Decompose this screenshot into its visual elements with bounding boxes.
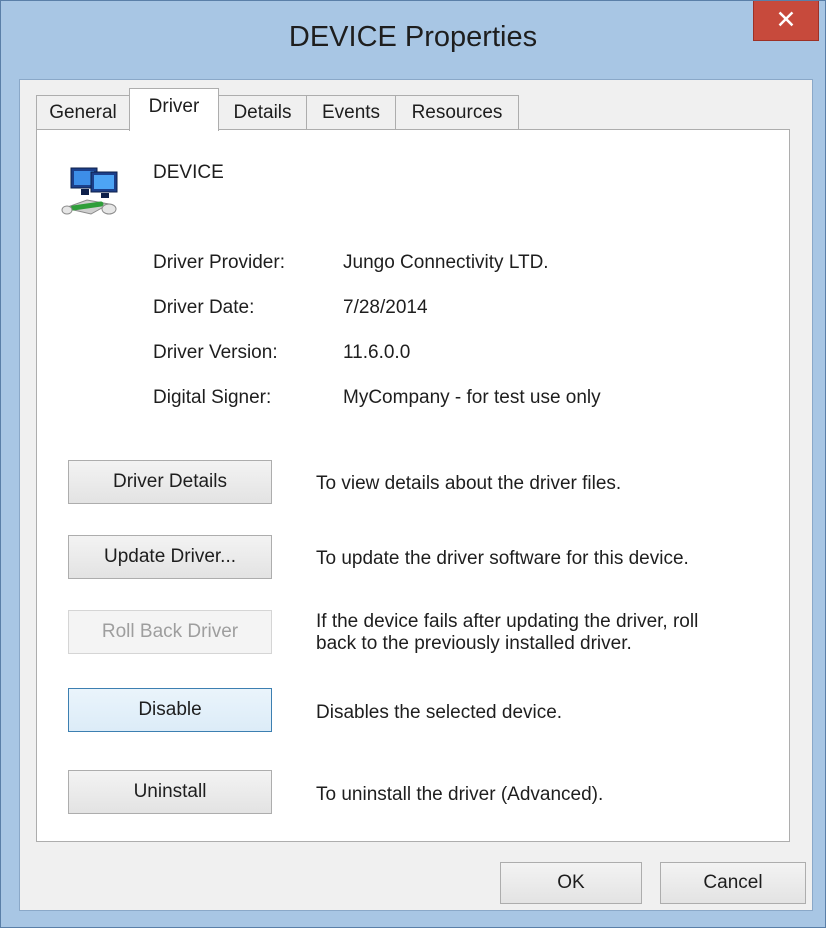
- driver-details-button[interactable]: Driver Details: [68, 460, 272, 504]
- prop-value-signer: MyCompany - for test use only: [343, 387, 601, 408]
- disable-button[interactable]: Disable: [68, 688, 272, 732]
- prop-value-date: 7/28/2014: [343, 297, 428, 318]
- update-driver-button[interactable]: Update Driver...: [68, 535, 272, 579]
- tab-general[interactable]: General: [36, 95, 130, 130]
- update-driver-description: To update the driver software for this d…: [316, 548, 689, 569]
- tab-driver[interactable]: Driver: [129, 88, 219, 131]
- ok-button[interactable]: OK: [500, 862, 642, 904]
- prop-label-version: Driver Version:: [153, 342, 278, 363]
- uninstall-button[interactable]: Uninstall: [68, 770, 272, 814]
- close-icon: ✕: [775, 6, 797, 34]
- network-adapter-icon: [61, 167, 118, 215]
- tab-resources[interactable]: Resources: [395, 95, 519, 130]
- roll-back-driver-description: If the device fails after updating the d…: [316, 611, 698, 655]
- roll-back-description-line-2: back to the previously installed driver.: [316, 633, 632, 654]
- properties-window: DEVICE Properties ✕ General Driver Detai…: [0, 0, 826, 928]
- dialog-client-area: General Driver Details Events Resources …: [19, 79, 813, 911]
- prop-value-version: 11.6.0.0: [343, 342, 411, 363]
- prop-label-signer: Digital Signer:: [153, 387, 272, 408]
- disable-description: Disables the selected device.: [316, 702, 563, 723]
- close-button[interactable]: ✕: [753, 1, 819, 41]
- uninstall-description: To uninstall the driver (Advanced).: [316, 784, 604, 805]
- prop-label-date: Driver Date:: [153, 297, 255, 318]
- title-bar[interactable]: DEVICE Properties ✕: [1, 1, 825, 79]
- window-title: DEVICE Properties: [288, 21, 538, 53]
- roll-back-driver-button[interactable]: Roll Back Driver: [68, 610, 272, 654]
- driver-details-description: To view details about the driver files.: [316, 473, 622, 494]
- tab-details[interactable]: Details: [218, 95, 307, 130]
- roll-back-description-line-1: If the device fails after updating the d…: [316, 611, 699, 632]
- prop-value-provider: Jungo Connectivity LTD.: [343, 252, 549, 273]
- driver-tab-panel: DEVICE Driver Provider: Jungo Connectivi…: [36, 129, 790, 842]
- prop-label-provider: Driver Provider:: [153, 252, 285, 273]
- device-name: DEVICE: [153, 162, 224, 183]
- tab-events[interactable]: Events: [306, 95, 396, 130]
- cancel-button[interactable]: Cancel: [660, 862, 806, 904]
